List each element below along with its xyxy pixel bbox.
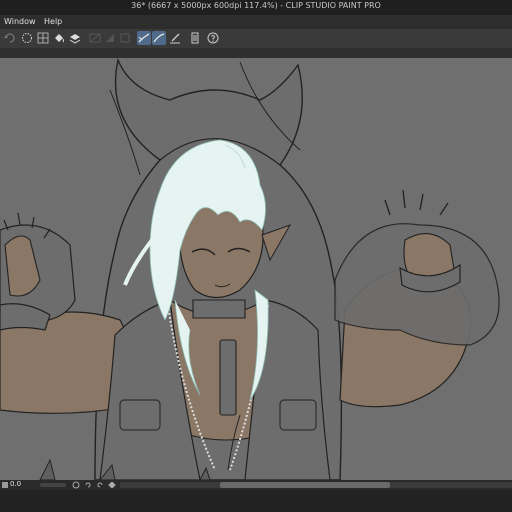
undo-icon[interactable] bbox=[3, 31, 17, 45]
window-title: 36* (6667 x 5000px 600dpi 117.4%) - CLIP… bbox=[131, 1, 381, 10]
grid-icon[interactable] bbox=[36, 31, 50, 45]
menu-bar: Window Help bbox=[0, 15, 512, 29]
horizontal-scrollbar[interactable] bbox=[120, 482, 512, 488]
bottom-panel bbox=[0, 490, 512, 512]
zoom-out-icon[interactable] bbox=[72, 481, 80, 489]
rotate-icon[interactable] bbox=[1, 481, 9, 489]
rotate-right-icon[interactable] bbox=[96, 481, 104, 489]
rotate-left-icon[interactable] bbox=[84, 481, 92, 489]
title-bar: 36* (6667 x 5000px 600dpi 117.4%) - CLIP… bbox=[0, 0, 512, 15]
status-bar: 0.0 bbox=[0, 480, 512, 490]
layer-icon[interactable] bbox=[68, 31, 82, 45]
vector-pen-icon[interactable] bbox=[137, 31, 151, 45]
help-icon[interactable] bbox=[206, 31, 220, 45]
flip-icon[interactable] bbox=[108, 481, 116, 489]
drawing-canvas[interactable] bbox=[0, 58, 512, 482]
command-bar bbox=[0, 29, 512, 49]
ruler-pen-icon[interactable] bbox=[168, 31, 182, 45]
zoom-slider-icon[interactable] bbox=[40, 481, 66, 489]
menu-window[interactable]: Window bbox=[4, 17, 36, 26]
canvas-top-gap bbox=[0, 48, 512, 58]
gradient-disabled-icon[interactable] bbox=[103, 31, 117, 45]
scrollbar-thumb[interactable] bbox=[220, 482, 390, 488]
artwork bbox=[0, 58, 500, 481]
ruler-disabled-icon[interactable] bbox=[88, 31, 102, 45]
fill-icon[interactable] bbox=[52, 31, 66, 45]
vector-correct-icon[interactable] bbox=[152, 31, 166, 45]
document-icon[interactable] bbox=[188, 31, 202, 45]
frame-disabled-icon[interactable] bbox=[118, 31, 132, 45]
rotation-value[interactable]: 0.0 bbox=[10, 480, 21, 488]
menu-help[interactable]: Help bbox=[44, 17, 62, 26]
lasso-select-icon[interactable] bbox=[20, 31, 34, 45]
